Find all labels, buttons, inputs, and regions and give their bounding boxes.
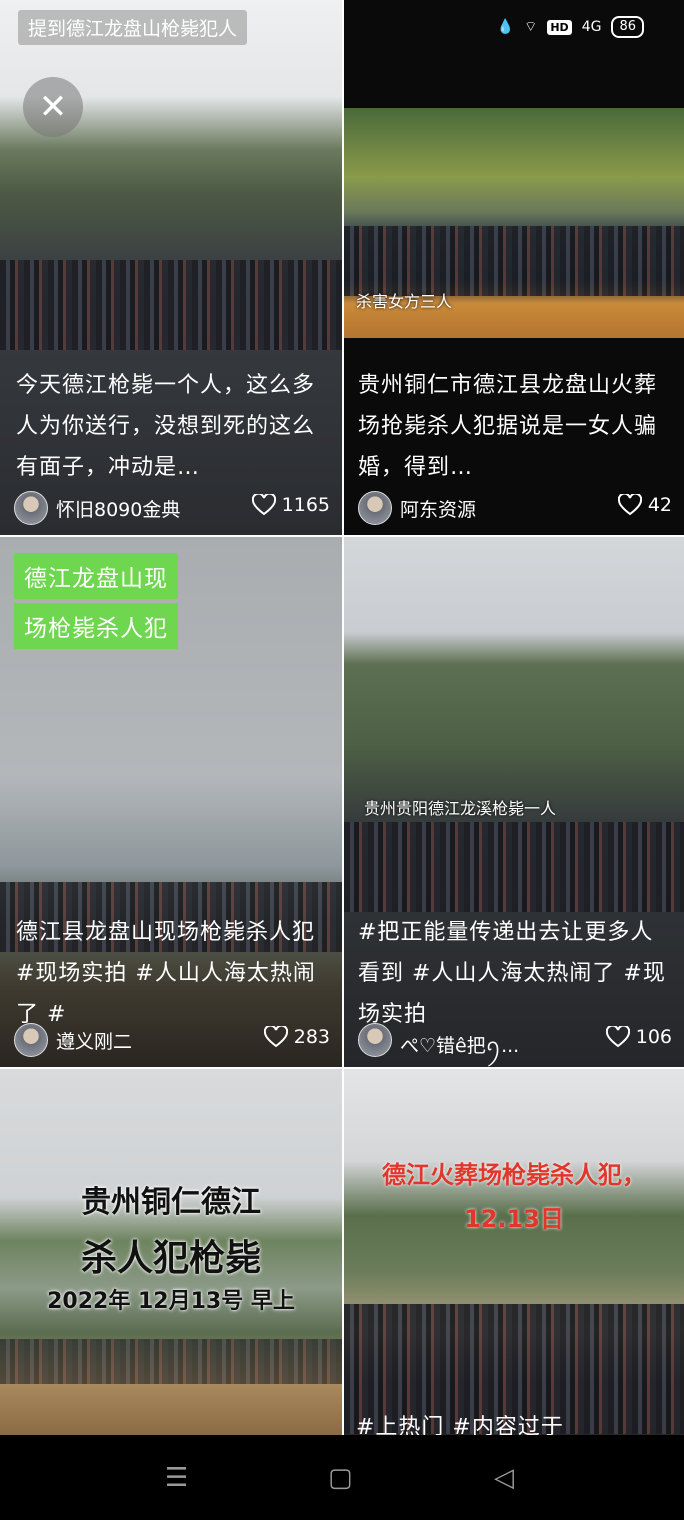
card-meta: 阿东资源 42 <box>358 491 672 525</box>
photo-caption: 贵州贵阳德江龙溪枪毙一人 <box>364 799 557 818</box>
avatar[interactable] <box>14 1023 48 1057</box>
video-date: 12.13日 <box>464 1205 564 1233</box>
author-name[interactable]: 怀旧8090金典 <box>56 495 180 522</box>
photo-crowd <box>344 822 684 912</box>
green-tag: 德江龙盘山现 <box>14 553 178 599</box>
home-icon[interactable]: ▢ <box>328 1463 353 1493</box>
like-count[interactable]: 106 <box>605 1026 672 1048</box>
status-bar: 💧 ⌔ HD 4G 86 <box>497 16 644 38</box>
author-name[interactable]: 阿东资源 <box>400 495 476 522</box>
video-card-2[interactable]: 💧 ⌔ HD 4G 86 杀害女方三人 贵州铜仁市德江县龙盘山火葬场抢毙杀人犯据… <box>344 0 684 535</box>
photo-caption: 杀害女方三人 <box>356 292 453 311</box>
back-icon[interactable]: ◁ <box>494 1463 514 1493</box>
card-description: #把正能量传递出去让更多人看到 #人山人海太热闹了 #现场实拍 <box>358 920 666 1027</box>
network-label: 4G <box>581 19 602 35</box>
card-meta: 怀旧8090金典 1165 <box>14 491 330 525</box>
like-number: 42 <box>647 494 672 516</box>
like-number: 283 <box>293 1026 330 1048</box>
heart-icon[interactable] <box>605 1026 630 1048</box>
close-icon[interactable]: ✕ <box>23 77 83 137</box>
card-description: 今天德江枪毙一个人，这么多人为你送行，没想到死的这么有面子，冲动是… <box>16 373 316 480</box>
heart-icon[interactable] <box>251 494 276 516</box>
wifi-icon: ⌔ <box>524 19 538 35</box>
video-title: 德江火葬场枪毙杀人犯， <box>382 1161 646 1189</box>
video-card-3[interactable]: 德江龙盘山现 场枪毙杀人犯 德江县龙盘山现场枪毙杀人犯#现场实拍 #人山人海太热… <box>0 537 342 1067</box>
photo-crowd <box>344 226 684 296</box>
like-number: 106 <box>635 1026 672 1048</box>
like-count[interactable]: 283 <box>263 1026 330 1048</box>
card-description: #上热门 #内容过于 <box>356 1415 564 1435</box>
author-name[interactable]: 遵义刚二 <box>56 1027 132 1054</box>
video-banner: 提到德江龙盘山枪毙犯人 <box>18 10 248 45</box>
avatar[interactable] <box>358 1023 392 1057</box>
card-meta: 遵义刚二 283 <box>14 1023 330 1057</box>
like-number: 1165 <box>281 494 330 516</box>
video-card-6[interactable]: 德江火葬场枪毙杀人犯， 12.13日 #上热门 #内容过于 <box>344 1069 684 1435</box>
video-title: 贵州铜仁德江 <box>81 1185 261 1220</box>
system-navigation-bar: ☰ ▢ ◁ <box>0 1435 684 1520</box>
author-name[interactable]: ぺ♡错ê把ꪆ... <box>400 1027 519 1067</box>
video-card-5[interactable]: 贵州铜仁德江 杀人犯枪毙 2022年 12月13号 早上 <box>0 1069 342 1435</box>
card-meta: ぺ♡错ê把ꪆ... 106 <box>358 1023 672 1057</box>
video-title: 杀人犯枪毙 <box>80 1238 261 1279</box>
avatar[interactable] <box>14 491 48 525</box>
avatar[interactable] <box>358 491 392 525</box>
video-card-4[interactable]: 贵州贵阳德江龙溪枪毙一人 #把正能量传递出去让更多人看到 #人山人海太热闹了 #… <box>344 537 684 1067</box>
like-count[interactable]: 42 <box>617 494 672 516</box>
card-description: 德江县龙盘山现场枪毙杀人犯#现场实拍 #人山人海太热闹了 # <box>16 920 316 1027</box>
heart-icon[interactable] <box>617 494 642 516</box>
video-date: 2022年 12月13号 早上 <box>47 1289 295 1314</box>
video-card-1[interactable]: 提到德江龙盘山枪毙犯人 ✕ 今天德江枪毙一个人，这么多人为你送行，没想到死的这么… <box>0 0 342 535</box>
water-drop-icon: 💧 <box>496 19 515 35</box>
battery-indicator: 86 <box>611 16 644 38</box>
heart-icon[interactable] <box>263 1026 288 1048</box>
card-description: 贵州铜仁市德江县龙盘山火葬场抢毙杀人犯据说是一女人骗婚，得到… <box>358 373 658 480</box>
green-tag: 场枪毙杀人犯 <box>14 603 178 649</box>
video-photo: 杀害女方三人 <box>344 108 684 338</box>
photo-crowd <box>0 260 342 350</box>
like-count[interactable]: 1165 <box>251 494 330 516</box>
hd-badge: HD <box>547 19 572 35</box>
photo-crowd <box>0 1339 342 1384</box>
menu-icon[interactable]: ☰ <box>165 1463 188 1493</box>
